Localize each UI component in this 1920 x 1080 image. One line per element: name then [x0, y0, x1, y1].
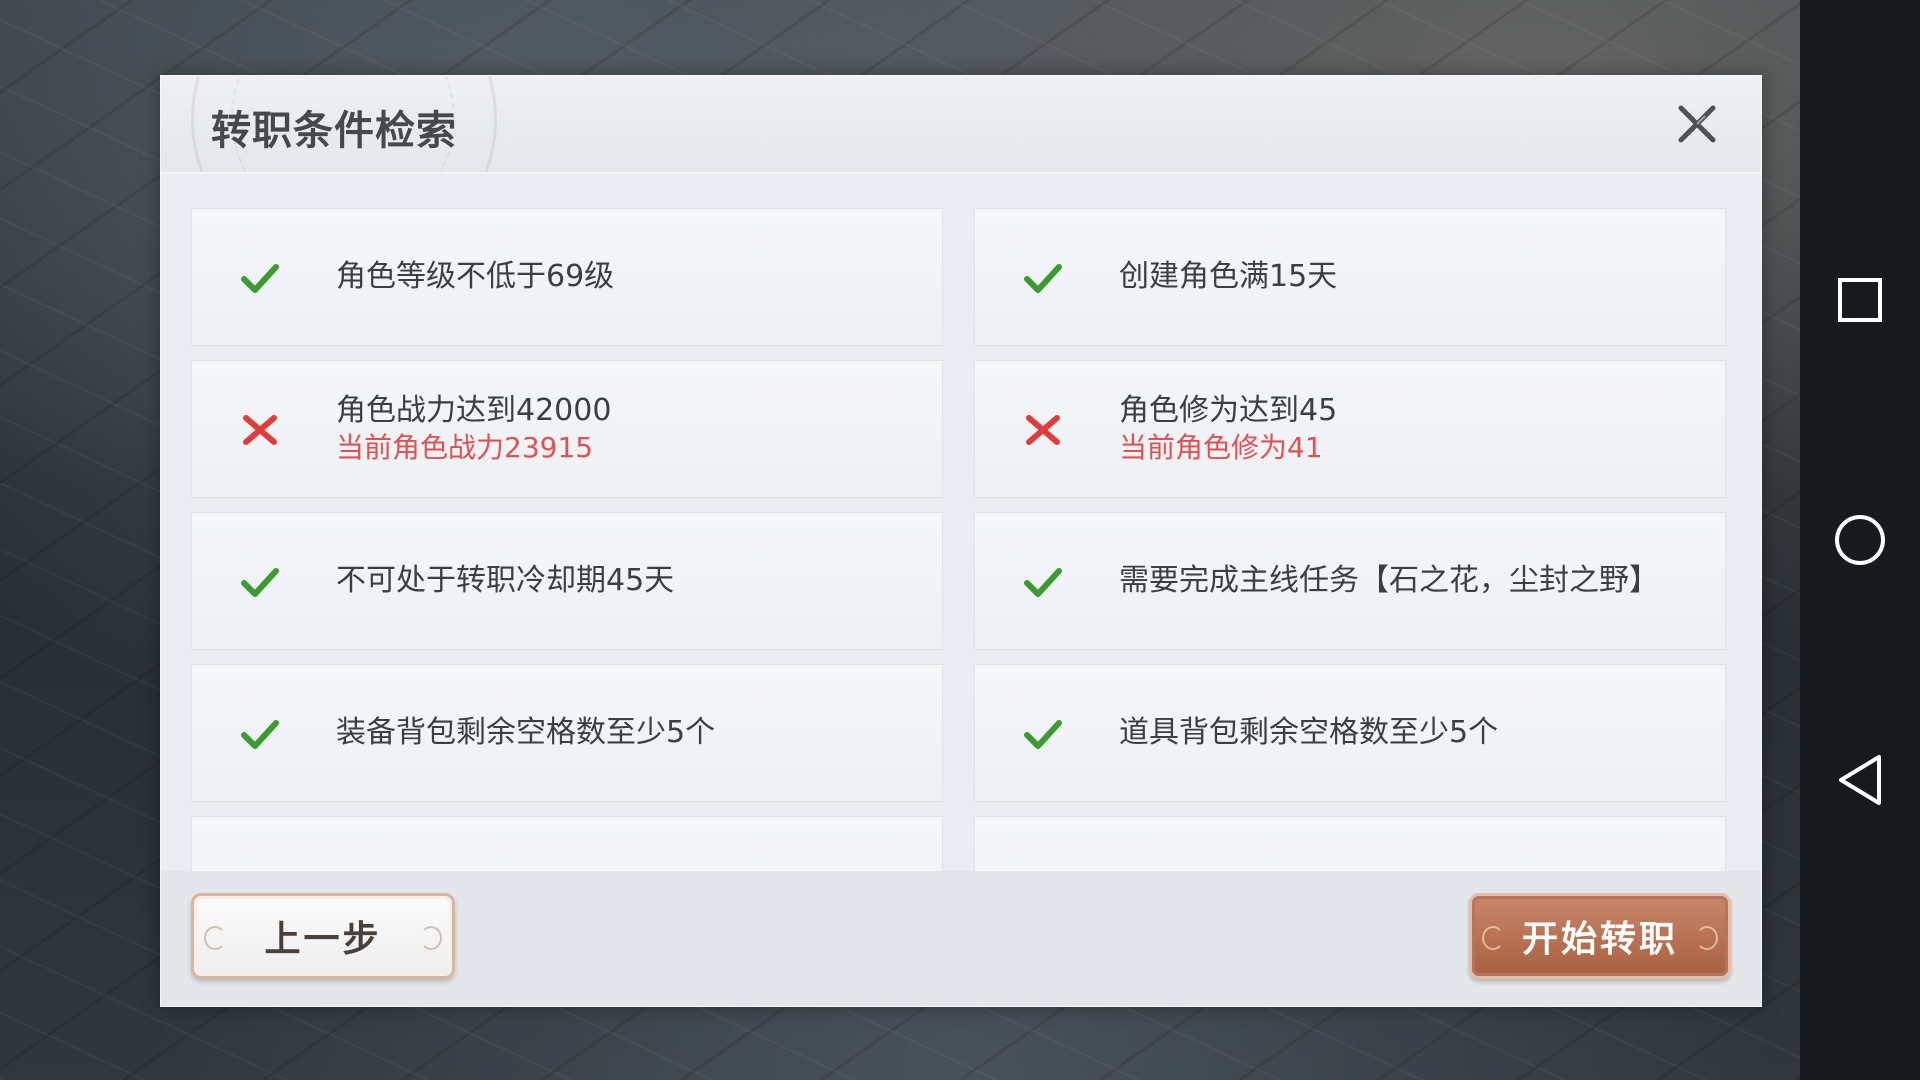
condition-current-value: 当前角色修为41	[1119, 431, 1323, 464]
close-icon	[1678, 105, 1716, 143]
recent-apps-button[interactable]	[1800, 240, 1920, 360]
condition-text: 需要完成主线任务【石之花，尘封之野】	[1119, 563, 1659, 598]
cross-icon	[1026, 415, 1060, 445]
start-job-change-label: 开始转职	[1521, 919, 1678, 960]
previous-step-button[interactable]: 上一步	[191, 893, 455, 979]
job-change-dialog: 转职条件检索 角色等级不低于69级 创建角色满15天 角色战力达到42000 当…	[160, 75, 1762, 1007]
start-job-change-button[interactable]: 开始转职	[1469, 893, 1731, 979]
home-button[interactable]	[1800, 480, 1920, 600]
system-nav-bar	[1800, 0, 1920, 1080]
condition-text: 创建角色满15天	[1119, 259, 1338, 294]
check-icon	[241, 720, 279, 749]
dialog-footer: 上一步 开始转职	[161, 871, 1761, 1006]
condition-text: 道具背包剩余空格数至少5个	[1119, 715, 1499, 750]
cross-icon	[243, 415, 277, 445]
square-icon	[1838, 278, 1882, 322]
condition-current-value: 当前角色战力23915	[336, 431, 594, 464]
circle-icon	[1835, 515, 1885, 565]
condition-text: 角色等级不低于69级	[336, 259, 615, 294]
condition-item: 道具背包剩余空格数至少5个	[974, 664, 1726, 802]
check-icon	[1024, 720, 1062, 749]
check-icon	[1024, 568, 1062, 597]
condition-item: 角色修为达到45 当前角色修为41	[974, 360, 1726, 498]
close-button[interactable]	[1669, 96, 1725, 152]
condition-item: 不可处于转职冷却期45天	[191, 512, 943, 650]
condition-text: 不可处于转职冷却期45天	[336, 563, 675, 598]
check-icon	[1024, 264, 1062, 293]
condition-item: 角色战力达到42000 当前角色战力23915	[191, 360, 943, 498]
condition-item: 装备背包剩余空格数至少5个	[191, 664, 943, 802]
conditions-grid: 角色等级不低于69级 创建角色满15天 角色战力达到42000 当前角色战力23…	[191, 208, 1726, 948]
dialog-title: 转职条件检索	[211, 108, 457, 154]
button-ornament-icon	[1482, 926, 1504, 950]
condition-text: 角色修为达到45	[1119, 393, 1338, 428]
button-ornament-icon	[420, 926, 442, 950]
condition-text: 装备背包剩余空格数至少5个	[336, 715, 716, 750]
condition-text: 角色战力达到42000	[336, 393, 612, 428]
check-icon	[241, 568, 279, 597]
previous-step-label: 上一步	[264, 919, 382, 960]
dialog-header: 转职条件检索	[161, 76, 1761, 174]
condition-item: 需要完成主线任务【石之花，尘封之野】	[974, 512, 1726, 650]
button-ornament-icon	[204, 926, 226, 950]
back-button[interactable]	[1800, 720, 1920, 840]
condition-item: 角色等级不低于69级	[191, 208, 943, 346]
button-ornament-icon	[1696, 926, 1718, 950]
triangle-back-icon	[1839, 755, 1881, 805]
condition-item: 创建角色满15天	[974, 208, 1726, 346]
check-icon	[241, 264, 279, 293]
